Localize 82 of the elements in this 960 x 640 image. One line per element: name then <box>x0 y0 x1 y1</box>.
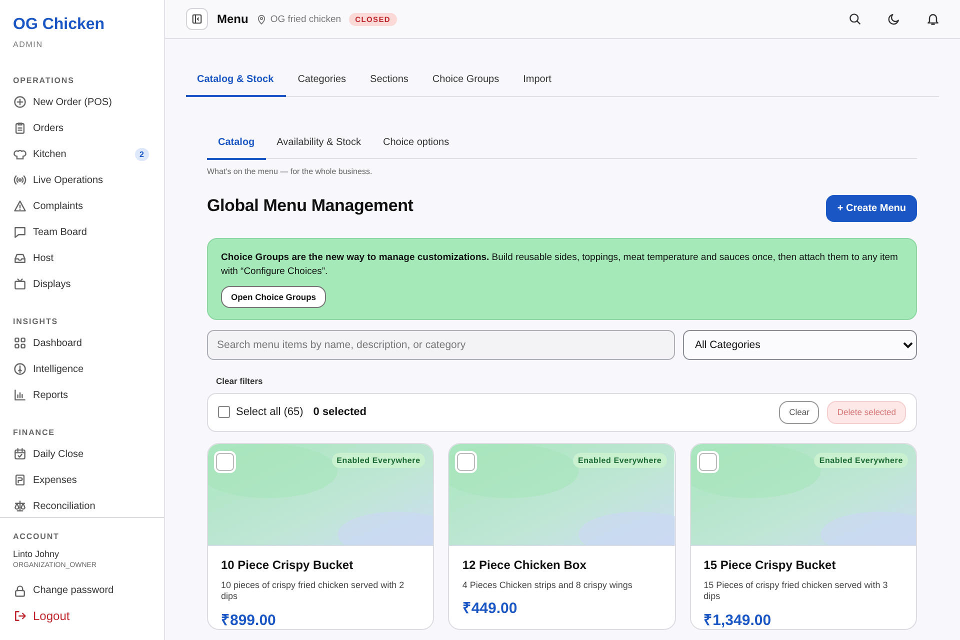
caption: What's on the menu — for the whole business. <box>207 167 372 176</box>
nav-item[interactable]: Dashboard <box>13 336 82 350</box>
nav-item[interactable]: Complaints <box>13 199 84 213</box>
count-badge: 2 <box>134 148 149 160</box>
role-label: ADMIN <box>13 40 43 49</box>
clipboard-icon <box>13 121 27 135</box>
tab[interactable]: Availability & Stock <box>266 132 372 158</box>
tab[interactable]: Sections <box>358 70 420 96</box>
item-name: 12 Piece Chicken Box <box>462 558 588 572</box>
banner-text: Choice Groups are the new way to manage customizations. Build reusable sides, toppings, meat temperature and sauces once, then attach them to any item with “Configure Choices”. <box>221 251 899 279</box>
lock-icon <box>13 584 27 598</box>
grid-icon <box>13 336 27 350</box>
open-choice-groups-button[interactable]: Open Choice Groups <box>221 286 326 308</box>
item-description: 15 Pieces of crispy fried chicken served with 3 dips <box>704 580 889 603</box>
item-price: ₹449.00 <box>462 599 518 618</box>
checkbox[interactable] <box>698 452 717 471</box>
checkbox[interactable] <box>218 406 230 418</box>
item-price: ₹1,349.00 <box>704 610 772 629</box>
item-description: 4 Pieces Chicken strips and 8 crispy wings <box>462 580 634 592</box>
item-name: 15 Piece Crispy Bucket <box>704 558 837 572</box>
clear-filters-link[interactable]: Clear filters <box>216 376 263 386</box>
nav-item[interactable]: Live Operations <box>13 173 104 187</box>
page-heading: Global Menu Management <box>207 196 414 216</box>
bell-icon[interactable] <box>926 12 940 26</box>
account-link[interactable]: Change password <box>13 584 114 598</box>
nav-item[interactable]: Host <box>13 251 54 265</box>
nav-item[interactable]: New Order (POS) <box>13 95 112 109</box>
nav-item[interactable]: Reconciliation <box>13 499 96 513</box>
panel-icon <box>191 13 203 25</box>
sidebar-toggle-button[interactable] <box>186 8 208 30</box>
selected-count: 0 selected <box>313 406 366 418</box>
status-badge: Enabled Everywhere <box>814 452 908 468</box>
nav-item[interactable]: Expenses <box>13 473 77 487</box>
clear-button[interactable]: Clear <box>779 400 820 424</box>
location-name: OG fried chicken <box>270 14 342 24</box>
calendar-check-icon <box>13 447 27 461</box>
nav-item[interactable]: Intelligence <box>13 362 84 376</box>
tab[interactable]: Choice Groups <box>420 70 512 96</box>
pin-icon <box>256 14 268 24</box>
moon-icon[interactable] <box>887 12 901 26</box>
tab[interactable]: Catalog <box>207 132 266 160</box>
warning-icon <box>13 199 27 213</box>
item-price: ₹899.00 <box>221 610 277 629</box>
inbox-icon <box>13 251 27 265</box>
nav-item[interactable]: Reports <box>13 388 68 402</box>
item-name: 10 Piece Crispy Bucket <box>221 558 354 572</box>
brand-name: OG Chicken <box>13 16 106 34</box>
broadcast-icon <box>13 173 27 187</box>
section-heading: INSIGHTS <box>13 317 58 326</box>
logout-icon <box>13 608 27 622</box>
status-badge: Enabled Everywhere <box>332 452 426 468</box>
category-select[interactable]: All Categories <box>683 330 917 360</box>
tab[interactable]: Catalog & Stock <box>186 70 286 97</box>
search-field[interactable]: Search menu items by name, description, or category <box>207 330 675 360</box>
status-badge: Enabled Everywhere <box>572 452 667 468</box>
tv-icon <box>13 277 27 291</box>
tab[interactable]: Import <box>511 70 564 96</box>
bar-chart-icon <box>13 388 27 402</box>
nav-item[interactable]: Kitchen <box>13 147 66 161</box>
page-title: Menu <box>217 12 248 26</box>
scale-icon <box>13 499 27 513</box>
tab[interactable]: Categories <box>286 70 358 96</box>
section-heading: OPERATIONS <box>13 76 74 85</box>
plus-circle-icon <box>13 95 27 109</box>
checkbox[interactable] <box>216 452 234 471</box>
create-menu-button[interactable]: + Create Menu <box>826 195 917 222</box>
user-name: Linto Johny <box>13 549 60 559</box>
logout-link[interactable]: Logout <box>13 608 70 622</box>
item-description: 10 pieces of crispy fried chicken served with 2 dips <box>221 580 406 603</box>
section-heading: FINANCE <box>13 428 55 437</box>
nav-item[interactable]: Displays <box>13 277 71 291</box>
nav-item[interactable]: Team Board <box>13 225 87 239</box>
search-icon[interactable] <box>848 12 862 26</box>
nav-item[interactable]: Daily Close <box>13 447 84 461</box>
chef-hat-icon <box>13 147 27 161</box>
nav-item[interactable]: Orders <box>13 121 64 135</box>
chat-icon <box>13 225 27 239</box>
receipt-icon <box>13 473 27 487</box>
section-heading: ACCOUNT <box>13 532 60 541</box>
checkbox[interactable] <box>457 452 476 471</box>
tab[interactable]: Choice options <box>372 132 460 158</box>
select-all-label[interactable]: Select all (65) <box>236 406 304 418</box>
